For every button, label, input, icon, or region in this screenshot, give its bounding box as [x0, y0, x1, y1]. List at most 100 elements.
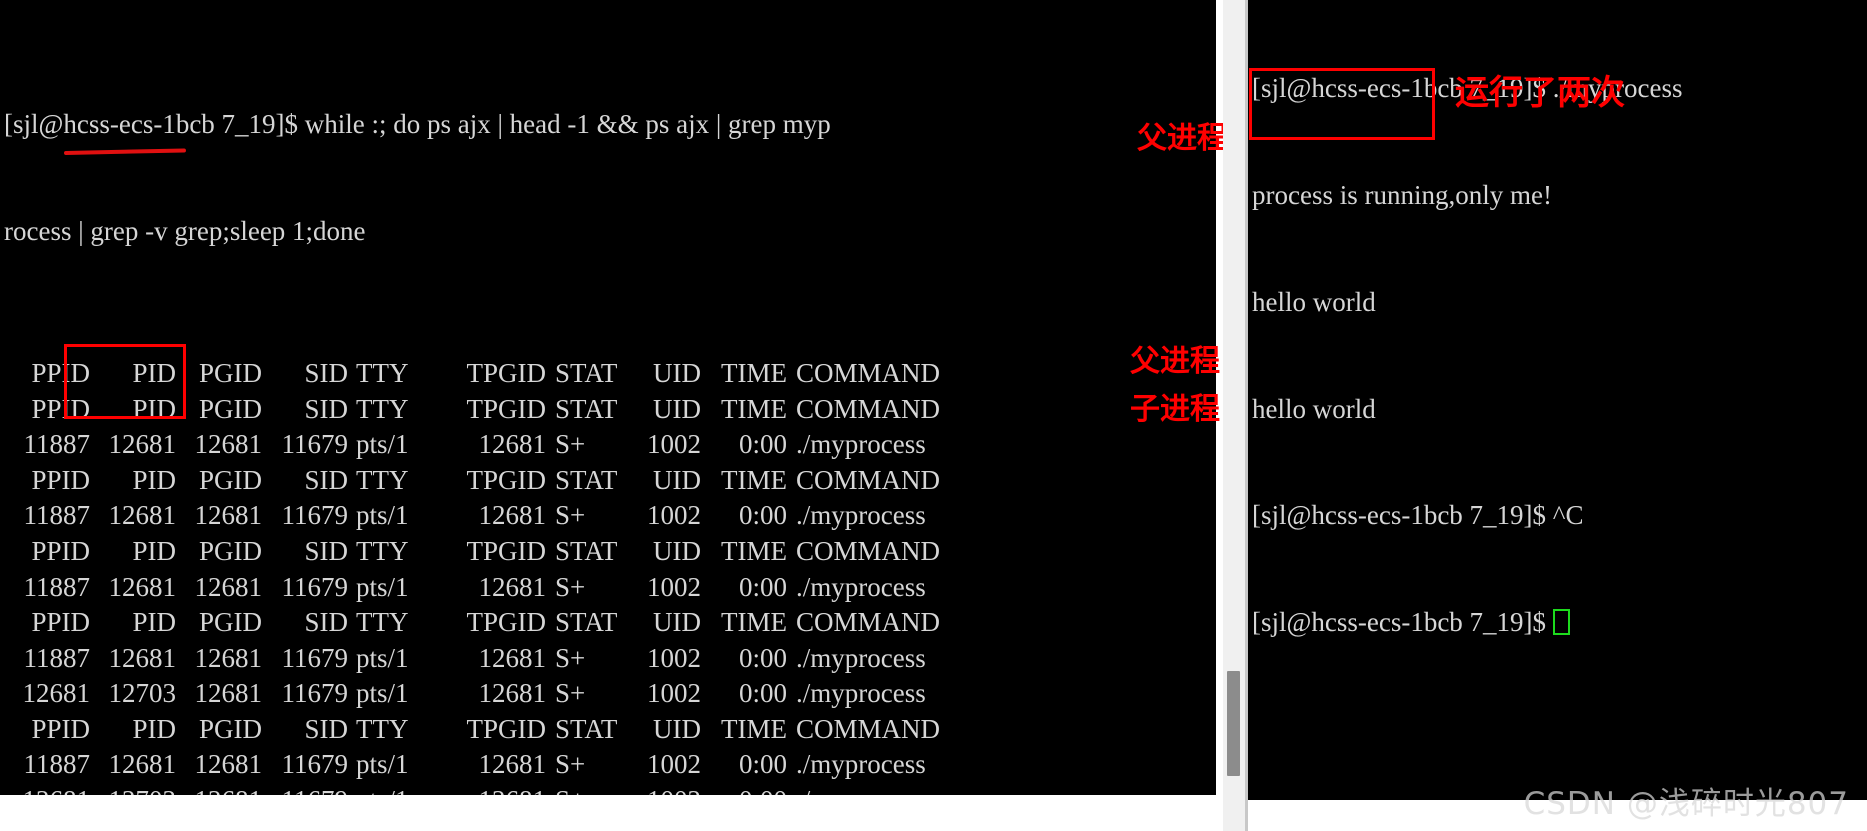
ps-data-row: 11887 12681 12681 11679 pts/1 12681 S+ 1002 0:00… — [0, 498, 1216, 534]
left-terminal-panel[interactable]: [sjl@hcss-ecs-1bcb 7_19]$ while :; do ps… — [0, 0, 1216, 795]
ps-cell-pid: PID — [132, 357, 176, 388]
right-prompt-text: [sjl@hcss-ecs-1bcb 7_19]$ — [1252, 607, 1553, 638]
vertical-scrollbar-thumb[interactable] — [1227, 671, 1240, 776]
ps-cell-tpgid: 12681 — [478, 642, 547, 673]
ps-cell-command: COMMAND — [796, 607, 941, 638]
ps-cell-ppid: 12681 — [4, 783, 91, 795]
ps-cell-ppid: PPID — [31, 393, 90, 424]
ps-cell-stat: STAT — [555, 464, 618, 495]
ps-cell-command: COMMAND — [796, 713, 941, 744]
ps-cell-command: COMMAND — [796, 357, 941, 388]
ps-cell-sid: SID — [304, 713, 348, 744]
ps-cell-uid: 1002 — [647, 571, 701, 602]
ps-cell-pid: PID — [132, 535, 176, 566]
ps-cell-sid: 11679 — [281, 749, 349, 780]
ps-cell-sid: SID — [304, 393, 348, 424]
ps-cell-sid: 11679 — [281, 571, 349, 602]
terminal-cursor — [1552, 609, 1570, 636]
ps-cell-pgid: PGID — [198, 393, 262, 424]
ps-cell-ppid: 11887 — [23, 500, 91, 531]
ps-cell-uid: 1002 — [617, 783, 701, 795]
right-line-1: process is running,only me! — [1252, 179, 1552, 210]
ps-cell-uid: 1002 — [647, 429, 701, 460]
ps-cell-time: 0:00 — [738, 749, 787, 780]
right-line-3: hello world — [1252, 393, 1376, 424]
ps-cell-command: COMMAND — [796, 393, 941, 424]
ps-cell-ppid: 11887 — [23, 429, 91, 460]
screenshot-root: [sjl@hcss-ecs-1bcb 7_19]$ while :; do ps… — [0, 0, 1867, 831]
ps-header-row: PPID PID PGID SID TTY TPGID STAT UID TIME COMMAND — [0, 534, 1216, 570]
ps-cell-time: TIME — [721, 713, 787, 744]
ps-cell-pgid: PGID — [198, 713, 262, 744]
ps-cell-pid: 12681 — [108, 500, 177, 531]
ps-cell-pgid: PGID — [198, 464, 262, 495]
ps-cell-stat: S+ — [555, 429, 586, 460]
ps-cell-command: ./myprocess — [787, 783, 1026, 795]
ps-cell-stat: S+ — [555, 500, 586, 531]
left-command-line-2: rocess | grep -v grep;sleep 1;done — [4, 215, 366, 246]
ps-cell-uid: UID — [653, 713, 701, 744]
ps-cell-stat: STAT — [555, 535, 618, 566]
ps-cell-uid: 1002 — [647, 678, 701, 709]
ps-cell-tty: TTY — [356, 464, 409, 495]
ps-cell-uid: 1002 — [647, 749, 701, 780]
ps-cell-ppid: PPID — [31, 713, 90, 744]
ps-cell-stat: S+ — [555, 678, 586, 709]
ps-header-row: PPID PID PGID SID TTY TPGID STAT UID TIME COMMAND — [0, 605, 1216, 641]
ps-cell-pgid: 12681 — [194, 500, 263, 531]
ps-cell-tpgid: 12681 — [478, 500, 547, 531]
ps-cell-stat: S+ — [555, 571, 586, 602]
ps-cell-pgid: PGID — [198, 357, 262, 388]
ps-cell-command: ./myprocess — [796, 678, 926, 709]
ps-cell-stat: STAT — [555, 607, 618, 638]
right-terminal-panel[interactable]: [sjl@hcss-ecs-1bcb 7_19]$ ./myprocess pr… — [1248, 0, 1867, 800]
ps-cell-tpgid: 12681 — [478, 678, 547, 709]
ps-data-row: 11887 12681 12681 11679 pts/1 12681 S+ 1002 0:00… — [0, 747, 1216, 783]
ps-output-rows: PPID PID PGID SID TTY TPGID STAT UID TIME COMMAND… — [0, 356, 1216, 795]
ps-cell-tty: pts/1 — [348, 783, 460, 795]
ps-cell-pgid: 12681 — [194, 749, 263, 780]
ps-cell-stat: STAT — [555, 393, 618, 424]
ps-cell-command: ./myprocess — [796, 642, 926, 673]
ps-cell-sid: 11679 — [281, 642, 349, 673]
right-line-5: [sjl@hcss-ecs-1bcb 7_19]$ — [1248, 605, 1867, 641]
ps-cell-pgid: 12681 — [176, 783, 263, 795]
ps-cell-time: TIME — [721, 535, 787, 566]
ps-cell-pgid: PGID — [198, 535, 262, 566]
ps-cell-pid: 12681 — [108, 749, 177, 780]
ps-cell-uid: 1002 — [647, 500, 701, 531]
ps-cell-uid: UID — [653, 607, 701, 638]
ps-cell-stat: STAT — [555, 713, 618, 744]
ps-cell-ppid: PPID — [31, 607, 90, 638]
ps-cell-ppid: 11887 — [23, 642, 91, 673]
ps-cell-command: ./myprocess — [796, 500, 926, 531]
ps-cell-uid: UID — [653, 357, 701, 388]
ps-cell-pid: 12703 — [108, 678, 177, 709]
ps-data-row: 11887 12681 12681 11679 pts/1 12681 S+ 1002 0:00… — [0, 570, 1216, 606]
ps-cell-tpgid: 12681 — [460, 783, 547, 795]
ps-cell-pgid: PGID — [198, 607, 262, 638]
ps-cell-ppid: PPID — [31, 464, 90, 495]
ps-cell-tty: TTY — [356, 607, 409, 638]
ps-header-row: PPID PID PGID SID TTY TPGID STAT UID TIME COMMAND — [0, 356, 1216, 392]
ps-cell-ppid: 11887 — [23, 571, 91, 602]
ps-cell-tpgid: TPGID — [466, 393, 547, 424]
ps-cell-tty: TTY — [356, 535, 409, 566]
ps-cell-time: TIME — [721, 393, 787, 424]
ps-header-row: PPID PID PGID SID TTY TPGID STAT UID TIME COMMAND — [0, 463, 1216, 499]
ps-cell-time: 0:00 — [738, 571, 787, 602]
right-line-4: [sjl@hcss-ecs-1bcb 7_19]$ ^C — [1252, 500, 1584, 531]
ps-cell-sid: SID — [304, 357, 348, 388]
ps-cell-time: 0:00 — [738, 678, 787, 709]
ps-cell-pid: 12703 — [90, 783, 177, 795]
ps-cell-pid: PID — [132, 713, 176, 744]
ps-cell-time: 0:00 — [701, 783, 787, 795]
ps-cell-command: COMMAND — [796, 535, 941, 566]
ps-cell-pgid: 12681 — [194, 678, 263, 709]
ps-cell-time: TIME — [721, 607, 787, 638]
ps-data-row: 12681127031268111679pts/112681S+10020:00… — [0, 676, 1216, 712]
ps-cell-tty: pts/1 — [356, 500, 409, 531]
ps-cell-sid: 11679 — [281, 500, 349, 531]
ps-data-row: 12681127031268111679pts/112681S+10020:00… — [0, 783, 1216, 795]
ps-cell-sid: SID — [304, 607, 348, 638]
